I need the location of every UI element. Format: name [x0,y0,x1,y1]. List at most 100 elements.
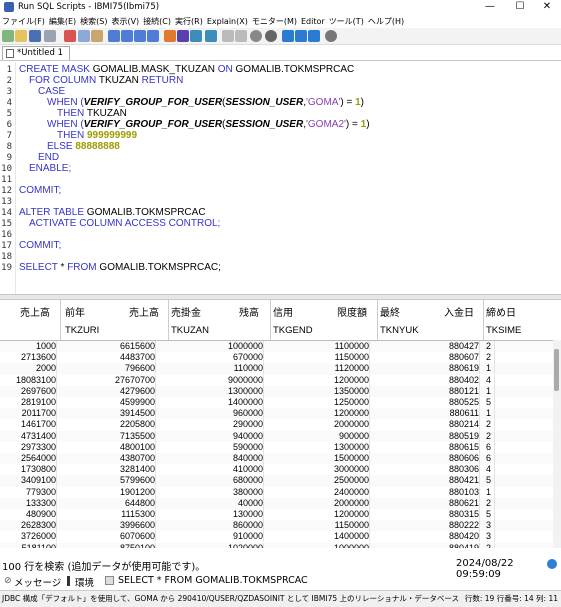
table-cell: 2 [484,497,495,509]
window-title: Run SQL Scripts - IBMI75(Ibmi75) [18,2,160,12]
editor-tab-bar: *Untitled 1 [0,45,561,61]
column-header[interactable]: 売掛金 残高 TKUZAN [169,300,271,340]
run-selected-icon[interactable] [147,30,159,42]
table-row[interactable]: 2011700 3914500 960000 1200000 880611 1 [0,408,555,420]
connect-icon[interactable] [282,30,294,42]
explain-icon[interactable] [164,30,176,42]
menu-file[interactable]: ファイル(F) [0,15,47,27]
cut-icon[interactable] [64,30,76,42]
column-header[interactable]: 信用 限度額 TKGEND [271,300,378,340]
stop-icon[interactable] [250,30,262,42]
close-icon[interactable]: ✕ [533,0,561,15]
code-line-1: CREATE MASK GOMALIB.MASK_TKUZAN ON GOMAL… [19,64,355,75]
table-cell: 5181100 [0,542,57,548]
new-script-icon[interactable] [2,30,14,42]
menu-run[interactable]: 実行(R) [173,15,205,27]
open-icon[interactable] [15,30,27,42]
run-from-icon[interactable] [134,30,146,42]
info-icon [547,559,557,569]
run-all-icon[interactable] [121,30,133,42]
table-row[interactable]: 779300 1901200 380000 2400000 880103 1 [0,486,555,498]
table-row[interactable]: 2697600 4279600 1300000 1350000 880121 1 [0,385,555,397]
run-sql-icon[interactable] [108,30,120,42]
monitor-icon[interactable] [190,30,202,42]
scrollbar-thumb[interactable] [554,349,559,391]
table-row[interactable]: 1000 6615600 1000000 1100000 880427 2 [0,341,555,353]
sql-editor[interactable]: 1 2 3 4 5 6 7 8 9 10 11 12 13 14 15 16 1… [0,62,561,294]
minimize-icon[interactable]: — [476,0,504,15]
column-header[interactable]: 売上高 [0,300,61,340]
paste-icon[interactable] [91,30,103,42]
tab-result[interactable]: SELECT * FROM GOMALIB.TOKMSPRCAC [118,575,308,586]
table-cell: 4483700 [61,352,156,364]
table-cell: 670000 [169,352,264,364]
line-number: 1 [6,65,12,75]
table-row[interactable]: 2713600 4483700 670000 1150000 880607 2 [0,352,555,364]
table-row[interactable]: 2000 796600 110000 1120000 880619 1 [0,363,555,375]
menu-editor[interactable]: Editor [299,16,327,26]
menu-view[interactable]: 表示(V) [109,15,141,27]
record-icon[interactable] [265,30,277,42]
table-row[interactable]: 133300 644800 40000 2000000 880621 2 [0,497,555,509]
table-row[interactable]: 5181100 8750100 1020000 1000000 880419 2 [0,542,555,548]
table-cell: 4 [484,374,495,386]
code-line-9: END [38,152,60,163]
table-row[interactable]: 4731400 7135500 940000 900000 880519 2 [0,430,555,442]
column-header[interactable]: 締め日 TKSIME [484,300,554,340]
vertical-scrollbar[interactable] [553,340,561,548]
status-message: 100 行を検索 (追加データが使用可能です)。 [2,562,206,573]
menu-connection[interactable]: 接続(C) [141,15,173,27]
menu-edit[interactable]: 編集(E) [47,15,78,27]
table-row[interactable]: 2628300 3996600 860000 1150000 880222 3 [0,520,555,532]
table-row[interactable]: 3409100 5799600 680000 2500000 880421 5 [0,475,555,487]
code-line-4: WHEN (VERIFY_GROUP_FOR_USER(SESSION_USER… [47,97,364,108]
table-cell: 1250000 [271,397,370,408]
table-cell: 4800100 [61,441,156,453]
disconnect-icon[interactable] [295,30,307,42]
table-row[interactable]: 1461700 2205800 290000 2000000 880214 2 [0,419,555,431]
table-row[interactable]: 2973300 4800100 590000 1300000 880615 6 [0,441,555,453]
line-number: 3 [6,87,12,97]
table-cell: 4279600 [61,385,156,397]
table-cell: 880619 [378,363,480,375]
column-header[interactable]: 前年 売上高 TKZURI [61,300,169,340]
table-cell: 880606 [378,453,480,464]
code-line-2: FOR COLUMN TKUZAN RETURN [29,75,184,86]
copy-icon[interactable] [78,30,90,42]
visual-explain-icon[interactable] [177,30,189,42]
table-cell: 1400000 [169,397,264,408]
table-row[interactable]: 1730800 3281400 410000 3000000 880306 4 [0,464,555,476]
undo-icon[interactable] [222,30,234,42]
table-cell: 2 [484,430,495,442]
tab-environment[interactable]: 環境 [75,575,94,589]
table-cell: 880427 [378,341,480,352]
reconnect-icon[interactable] [308,30,320,42]
settings-icon[interactable] [325,30,337,42]
table-row[interactable]: 3726000 6070600 910000 1400000 880420 3 [0,531,555,543]
table-cell: 2 [484,542,495,548]
code-line-12: COMMIT; [19,185,62,196]
print-icon[interactable] [44,30,56,42]
menu-tools[interactable]: ツール(T) [327,15,366,27]
tab-messages[interactable]: メッセージ [14,575,61,589]
save-icon[interactable] [29,30,41,42]
table-row[interactable]: 18083100 27670700 9000000 1200000 880402 4 [0,374,555,386]
table-cell: 960000 [169,408,264,420]
redo-icon[interactable] [235,30,247,42]
tab-untitled-1[interactable]: *Untitled 1 [2,46,70,60]
table-cell: 880607 [378,352,480,364]
table-row[interactable]: 480900 1115300 130000 1200000 880315 5 [0,509,555,520]
table-row[interactable]: 2564000 4380700 840000 1500000 880606 6 [0,453,555,465]
title-bar: Run SQL Scripts - IBMI75(Ibmi75) — ☐ ✕ [0,0,561,15]
maximize-icon[interactable]: ☐ [506,0,534,15]
menu-help[interactable]: ヘルプ(H) [366,15,406,27]
column-header[interactable]: 最終 入金日 TKNYUK [378,300,484,340]
table-row[interactable]: 2819100 4599900 1400000 1250000 880525 5 [0,397,555,408]
filter-icon[interactable] [205,30,217,42]
line-number: 19 [1,263,12,273]
menu-monitor[interactable]: モニター(M) [250,15,299,27]
env-tab-icon [67,576,70,586]
result-grid[interactable]: 売上高 前年 売上高 TKZURI 売掛金 残高 TKUZAN 信用 限度額 T… [0,300,561,548]
menu-explain[interactable]: Explain(X) [205,16,250,26]
menu-search[interactable]: 検索(S) [78,15,109,27]
